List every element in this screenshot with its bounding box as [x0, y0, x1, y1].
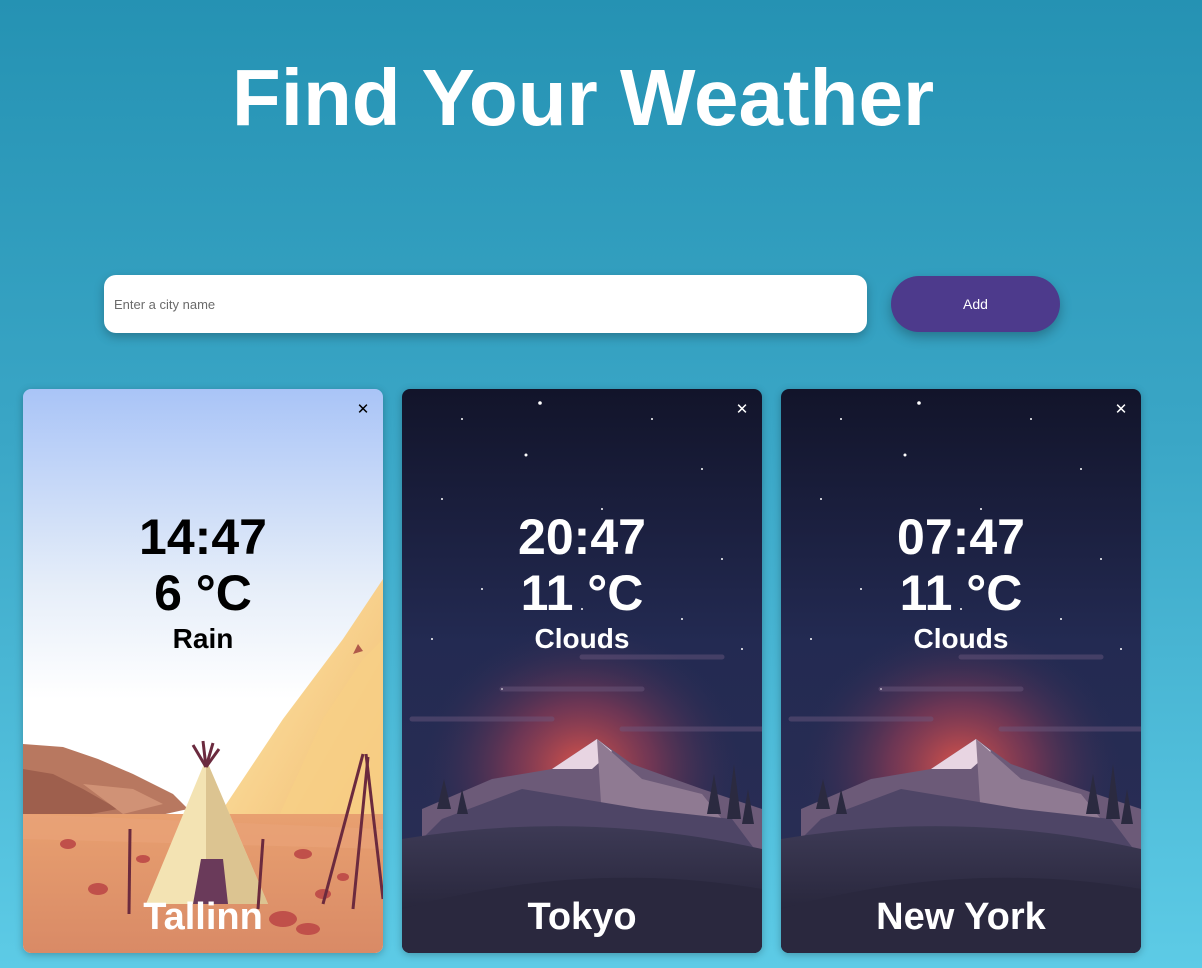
card-time: 14:47: [139, 509, 267, 565]
close-card-button[interactable]: ✕: [1111, 399, 1131, 419]
card-city-name: New York: [876, 896, 1046, 938]
search-row: Add: [104, 275, 1060, 333]
card-temperature: 11 °C: [899, 565, 1023, 621]
weather-card-tokyo: ✕ 20:47 11 °C Clouds Tokyo: [402, 389, 762, 953]
close-card-button[interactable]: ✕: [732, 399, 752, 419]
desert-teepee-illustration: [23, 389, 383, 953]
night-mountain-illustration: [402, 389, 762, 953]
city-search-input[interactable]: [104, 275, 867, 333]
card-temperature: 11 °C: [520, 565, 644, 621]
night-mountain-illustration: [781, 389, 1141, 953]
card-time: 07:47: [897, 509, 1025, 565]
card-temperature: 6 °C: [154, 565, 252, 621]
card-condition: Clouds: [534, 623, 630, 654]
weather-card-new-york: ✕ 07:47 11 °C Clouds New York: [781, 389, 1141, 953]
card-city-name: Tallinn: [143, 896, 263, 938]
close-card-button[interactable]: ✕: [353, 399, 373, 419]
weather-card-tallinn: ✕ 14:47 6 °C Rain Tallinn: [23, 389, 383, 953]
card-condition: Clouds: [913, 623, 1009, 654]
card-city-name: Tokyo: [527, 896, 637, 938]
card-info: 14:47 6 °C Rain: [23, 509, 383, 657]
page-title: Find Your Weather: [231, 53, 935, 142]
add-city-button[interactable]: Add: [891, 276, 1060, 332]
card-condition: Rain: [172, 623, 234, 654]
card-info: 20:47 11 °C Clouds: [402, 509, 762, 657]
card-info: 07:47 11 °C Clouds: [781, 509, 1141, 657]
card-time: 20:47: [518, 509, 646, 565]
